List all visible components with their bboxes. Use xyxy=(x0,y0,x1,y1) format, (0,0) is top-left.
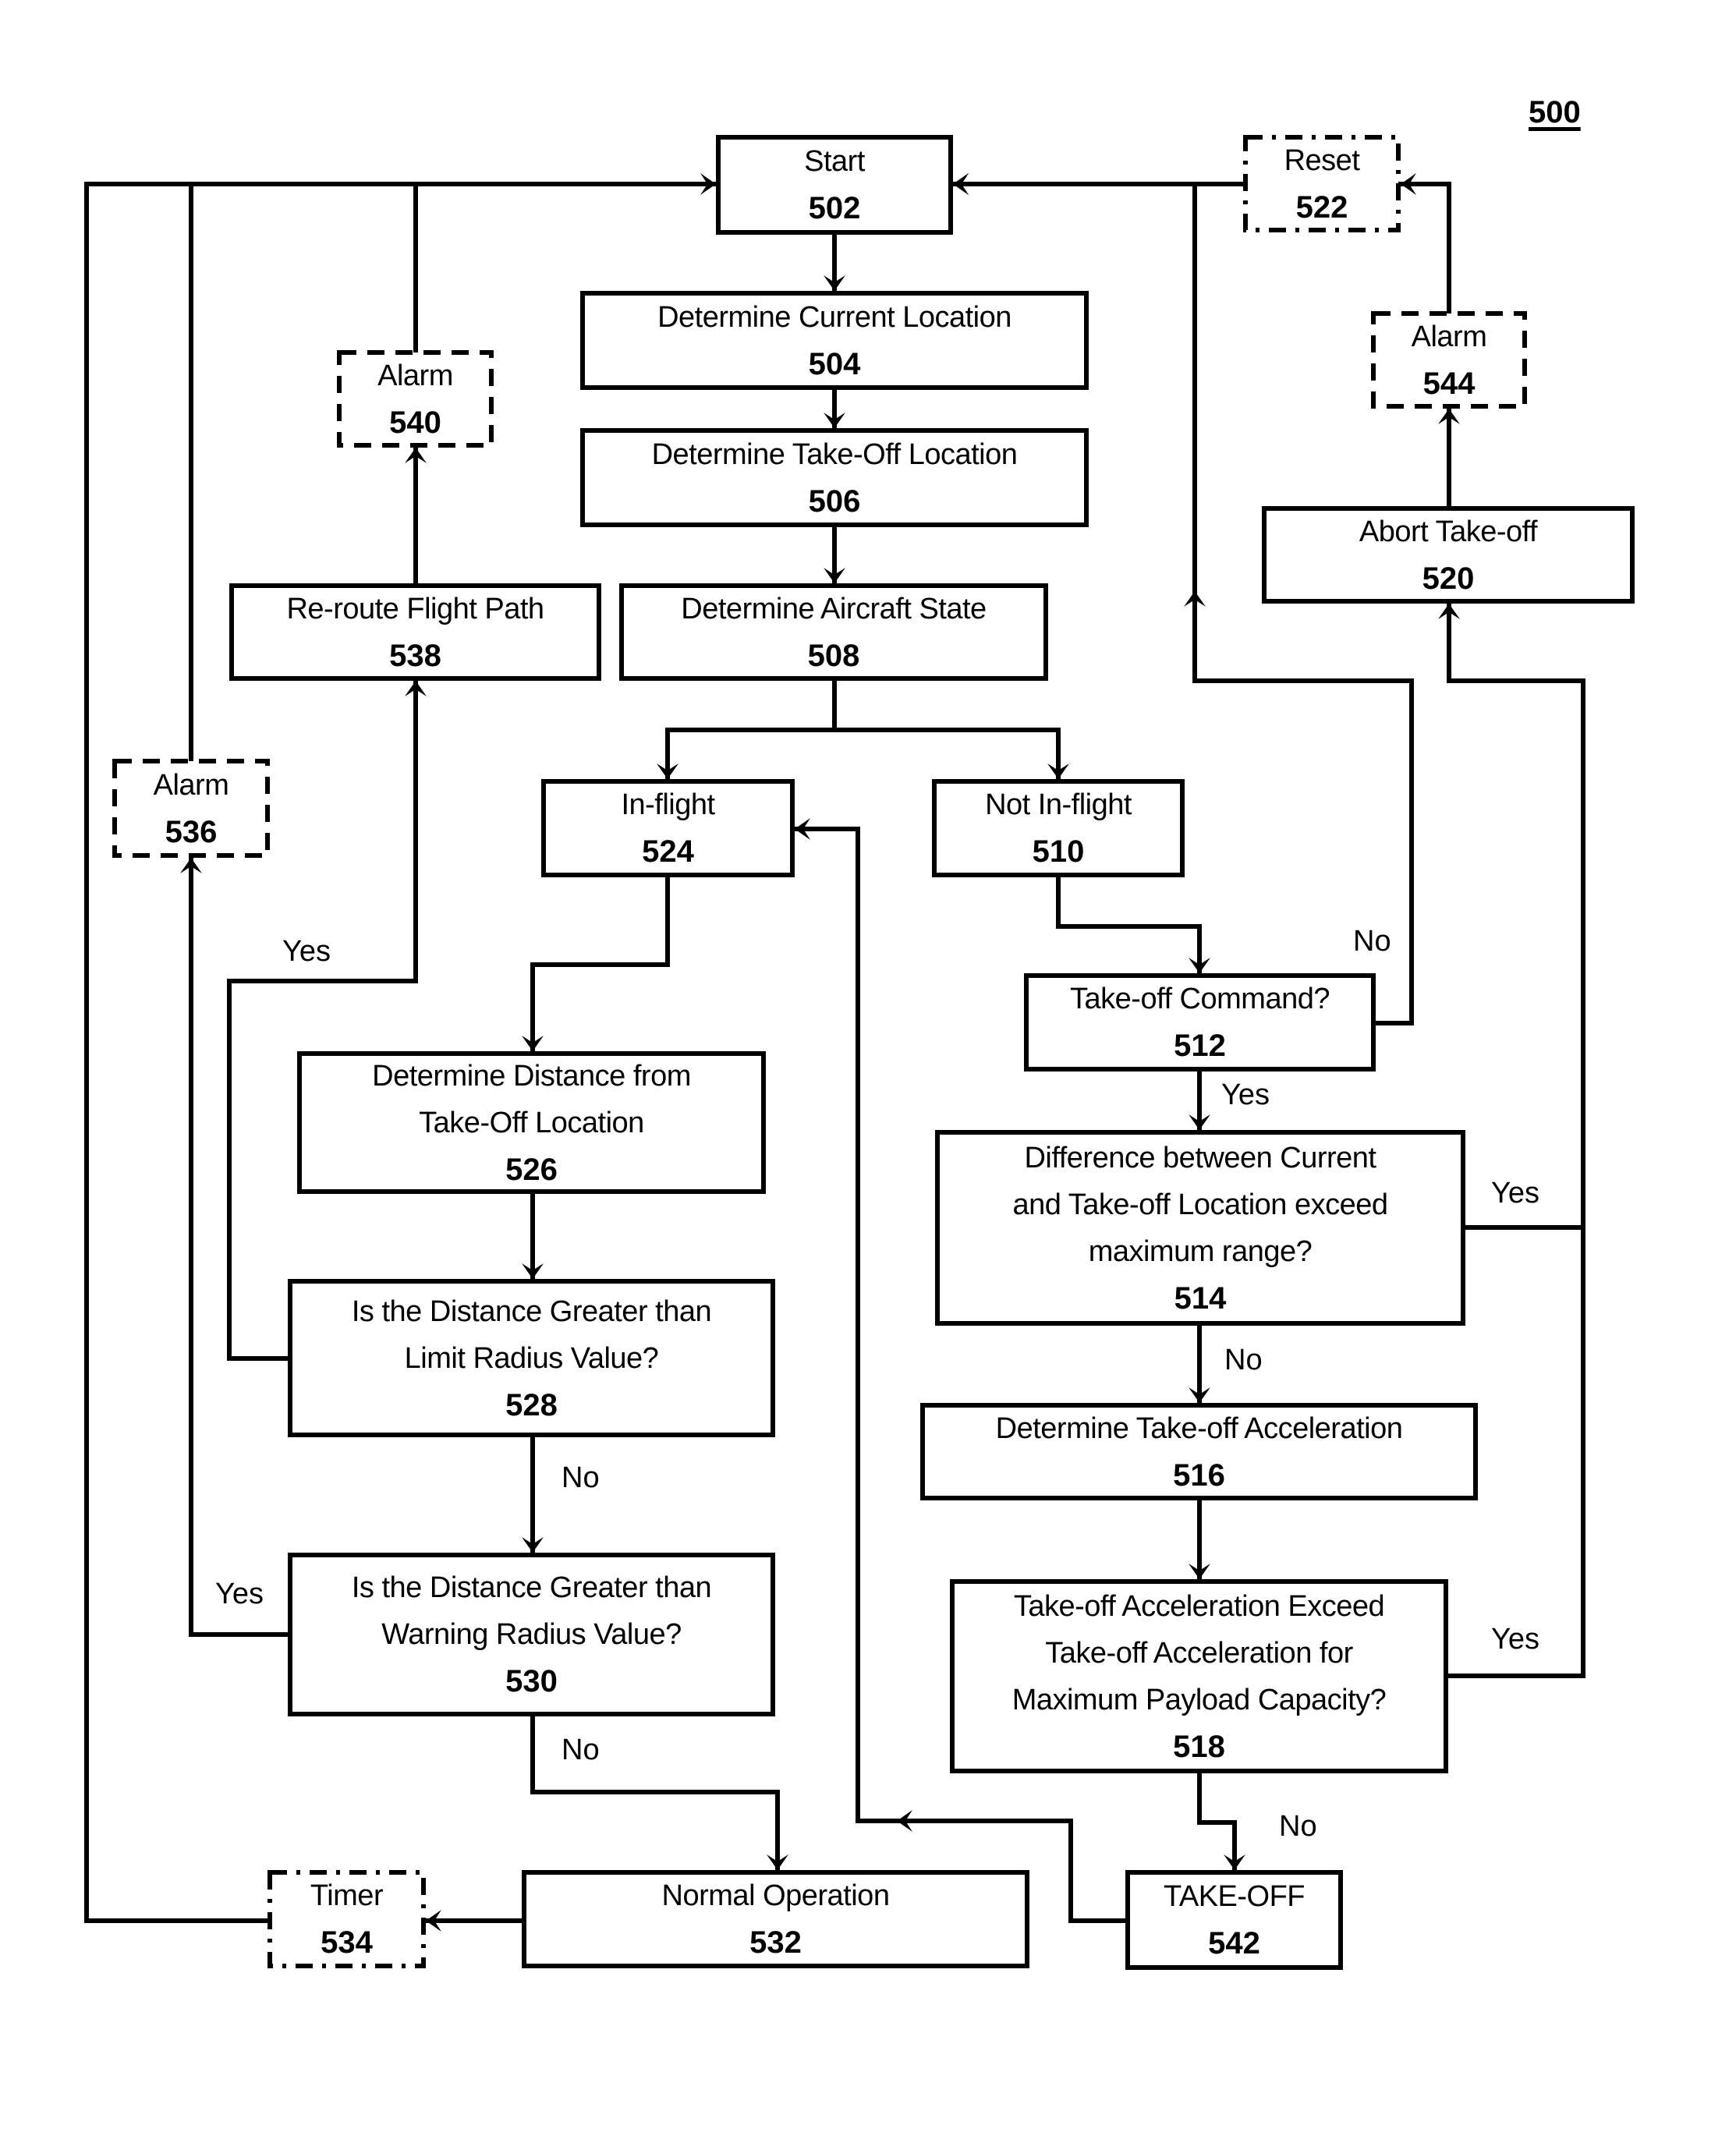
flow-step-526: Determine Distance from Take-Off Locatio… xyxy=(297,1051,766,1194)
step-reference-number: 518 xyxy=(1173,1729,1225,1764)
edge-label-no: No xyxy=(562,1461,600,1494)
flow-step-520: Abort Take-off 520 xyxy=(1262,506,1635,604)
connector-518-to-520 xyxy=(1446,601,1585,1678)
flow-step-518: Take-off Acceleration Exceed Take-off Ac… xyxy=(950,1579,1448,1773)
edge-label-yes: Yes xyxy=(215,1578,264,1610)
step-label: Determine Aircraft State xyxy=(681,592,987,625)
flow-step-542: TAKE-OFF 542 xyxy=(1125,1870,1343,1970)
step-reference-number: 522 xyxy=(1295,189,1348,225)
connector-524-to-526 xyxy=(530,875,670,1054)
step-reference-number: 504 xyxy=(808,346,861,381)
step-reference-number: 534 xyxy=(321,1925,373,1960)
connector-510-to-512 xyxy=(1056,875,1202,976)
step-label: Determine Current Location xyxy=(657,300,1011,334)
step-label: Determine Take-Off Location xyxy=(651,437,1018,471)
connector-508-to-510 xyxy=(832,728,1061,781)
flow-step-506: Determine Take-Off Location 506 xyxy=(580,428,1089,527)
step-label: Is the Distance Greater than Warning Rad… xyxy=(351,1571,712,1651)
edge-label-yes: Yes xyxy=(1491,1623,1539,1656)
flow-step-530: Is the Distance Greater than Warning Rad… xyxy=(288,1553,775,1716)
step-label: Take-off Command? xyxy=(1070,983,1330,1015)
step-label: Timer xyxy=(310,1879,384,1912)
step-reference-number: 506 xyxy=(808,483,861,519)
edge-label-yes: Yes xyxy=(1491,1177,1539,1210)
step-reference-number: 532 xyxy=(749,1925,802,1960)
edge-label-no: No xyxy=(562,1734,600,1766)
step-label: Normal Operation xyxy=(661,1879,890,1912)
step-reference-number: 536 xyxy=(165,814,218,849)
flowchart-canvas: 500 Start 502 Determine Current Location 50… xyxy=(0,0,1736,2150)
flow-step-532: Normal Operation 532 xyxy=(522,1870,1029,1968)
step-reference-number: 510 xyxy=(1032,834,1085,869)
connector-508-to-524 xyxy=(665,678,837,781)
connector-530-to-536 xyxy=(189,855,290,1637)
figure-reference-label: 500 xyxy=(1529,95,1581,129)
step-label: Alarm xyxy=(377,359,453,392)
flow-step-544: Alarm 544 xyxy=(1371,311,1527,409)
step-label: Determine Take-off Acceleration xyxy=(995,1411,1403,1445)
step-label: TAKE-OFF xyxy=(1163,1880,1306,1913)
flow-step-538: Re-route Flight Path 538 xyxy=(229,583,601,681)
step-reference-number: 508 xyxy=(807,638,860,673)
step-reference-number: 530 xyxy=(505,1664,558,1698)
flow-step-502: Start 502 xyxy=(716,135,953,235)
step-reference-number: 540 xyxy=(389,405,441,440)
step-reference-number: 520 xyxy=(1422,561,1475,596)
flow-step-524: In-flight 524 xyxy=(541,779,795,877)
step-label: Alarm xyxy=(1411,320,1487,353)
step-label: Not In-flight xyxy=(985,788,1132,821)
edge-label-no: No xyxy=(1279,1810,1317,1843)
step-label: Re-route Flight Path xyxy=(286,592,544,625)
connector-544-to-522 xyxy=(1398,182,1451,313)
flow-step-512: Take-off Command? 512 xyxy=(1024,973,1376,1071)
step-reference-number: 544 xyxy=(1422,366,1476,401)
step-label: Difference between Current and Take-off … xyxy=(1012,1141,1388,1268)
step-label: Alarm xyxy=(153,768,229,802)
flow-step-528: Is the Distance Greater than Limit Radiu… xyxy=(288,1279,775,1437)
step-label: Take-off Acceleration Exceed Take-off Ac… xyxy=(1011,1589,1387,1716)
flow-step-510: Not In-flight 510 xyxy=(932,779,1185,877)
step-reference-number: 502 xyxy=(808,191,861,225)
step-label: Determine Distance from Take-Off Locatio… xyxy=(372,1059,691,1139)
step-label: Abort Take-off xyxy=(1359,515,1538,548)
edge-label-yes: Yes xyxy=(282,935,331,968)
connector-518-to-542 xyxy=(1197,1771,1237,1872)
flow-step-536: Alarm 536 xyxy=(112,759,270,858)
step-reference-number: 542 xyxy=(1208,1926,1260,1961)
step-reference-number: 514 xyxy=(1174,1280,1227,1316)
step-label: Start xyxy=(804,145,865,178)
flow-step-508: Determine Aircraft State 508 xyxy=(619,583,1048,681)
step-reference-number: 512 xyxy=(1174,1029,1226,1063)
step-reference-number: 528 xyxy=(505,1387,558,1422)
flow-step-522: Reset 522 xyxy=(1243,135,1401,232)
step-reference-number: 524 xyxy=(642,834,694,869)
flow-step-534: Timer 534 xyxy=(267,1870,426,1968)
step-label: Is the Distance Greater than Limit Radiu… xyxy=(351,1295,712,1375)
edge-label-yes: Yes xyxy=(1221,1079,1270,1111)
step-label: In-flight xyxy=(621,788,715,821)
flow-step-514: Difference between Current and Take-off … xyxy=(935,1130,1465,1326)
edge-label-no: No xyxy=(1353,925,1391,958)
step-label: Reset xyxy=(1284,143,1360,177)
step-reference-number: 516 xyxy=(1173,1458,1225,1493)
flow-step-516: Determine Take-off Acceleration 516 xyxy=(920,1403,1478,1500)
step-reference-number: 538 xyxy=(389,638,441,673)
edge-label-no: No xyxy=(1224,1344,1263,1376)
flow-step-504: Determine Current Location 504 xyxy=(580,291,1089,390)
step-reference-number: 526 xyxy=(505,1152,558,1187)
flow-step-540: Alarm 540 xyxy=(337,350,494,448)
